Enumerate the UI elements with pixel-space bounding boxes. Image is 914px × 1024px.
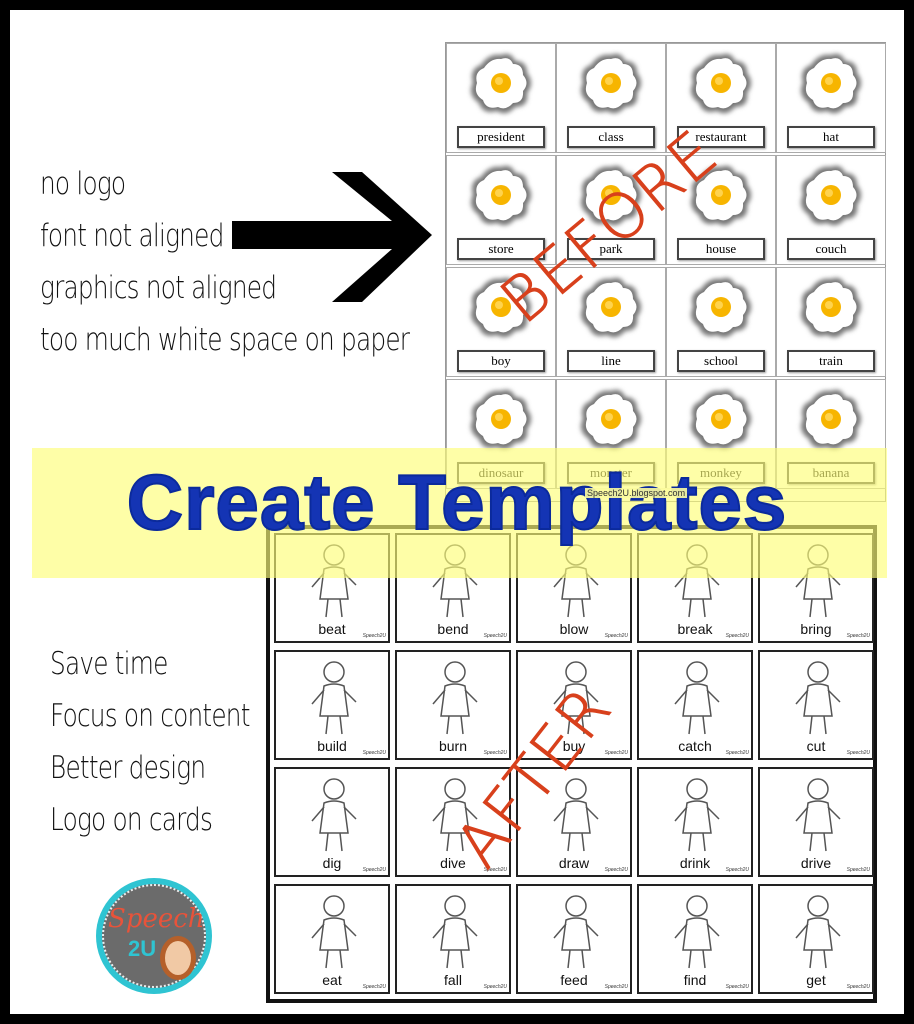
note: Logo on cards: [50, 802, 213, 838]
fried-egg-icon: [801, 53, 861, 114]
after-card: feed Speech2U: [516, 884, 632, 994]
card-word: couch: [787, 238, 875, 260]
fried-egg-icon: [691, 277, 751, 338]
logo-text: Speech: [108, 904, 205, 934]
infographic: no logo font not aligned graphics not al…: [10, 10, 904, 1014]
speech2u-logo: Speech 2U: [96, 878, 212, 994]
before-card: hat: [776, 43, 886, 153]
after-card: fall Speech2U: [395, 884, 511, 994]
after-card: drink Speech2U: [637, 767, 753, 877]
card-word: house: [677, 238, 765, 260]
card-logo: Speech2U: [362, 633, 386, 639]
arrow-right-icon: [232, 172, 432, 302]
card-logo: Speech2U: [846, 867, 870, 873]
before-card: couch: [776, 155, 886, 265]
fried-egg-icon: [801, 389, 861, 450]
before-footer: Speech2U.blogspot.com: [585, 488, 688, 498]
line-drawing-illustration: [553, 895, 599, 969]
line-drawing-illustration: [674, 895, 720, 969]
card-logo: Speech2U: [846, 984, 870, 990]
line-drawing-illustration: [795, 661, 841, 735]
card-logo: Speech2U: [725, 867, 749, 873]
card-logo: Speech2U: [483, 984, 507, 990]
card-logo: Speech2U: [725, 750, 749, 756]
fried-egg-icon: [801, 277, 861, 338]
before-card: school: [666, 267, 776, 377]
fried-egg-icon: [581, 53, 641, 114]
after-card: find Speech2U: [637, 884, 753, 994]
after-card: catch Speech2U: [637, 650, 753, 760]
card-logo: Speech2U: [483, 633, 507, 639]
card-word: line: [567, 350, 655, 372]
card-word: hat: [787, 126, 875, 148]
card-logo: Speech2U: [846, 633, 870, 639]
after-card: build Speech2U: [274, 650, 390, 760]
card-logo: Speech2U: [362, 750, 386, 756]
note: Save time: [50, 646, 168, 682]
before-card: class: [556, 43, 666, 153]
line-drawing-illustration: [674, 661, 720, 735]
line-drawing-illustration: [311, 895, 357, 969]
line-drawing-illustration: [432, 661, 478, 735]
line-drawing-illustration: [795, 895, 841, 969]
card-logo: Speech2U: [725, 633, 749, 639]
line-drawing-illustration: [432, 895, 478, 969]
line-drawing-illustration: [311, 661, 357, 735]
card-word: school: [677, 350, 765, 372]
after-card: get Speech2U: [758, 884, 874, 994]
fried-egg-icon: [581, 389, 641, 450]
fried-egg-icon: [471, 53, 531, 114]
note: Focus on content: [50, 698, 250, 734]
card-logo: Speech2U: [604, 867, 628, 873]
page-title: Create Templates: [126, 457, 788, 547]
before-card: train: [776, 267, 886, 377]
note: Better design: [50, 750, 206, 786]
fried-egg-icon: [471, 165, 531, 226]
note: too much white space on paper: [40, 322, 410, 358]
after-card: drive Speech2U: [758, 767, 874, 877]
fried-egg-icon: [471, 389, 531, 450]
fried-egg-icon: [691, 389, 751, 450]
card-word: train: [787, 350, 875, 372]
card-logo: Speech2U: [604, 984, 628, 990]
line-drawing-illustration: [674, 778, 720, 852]
after-card: dig Speech2U: [274, 767, 390, 877]
fried-egg-icon: [691, 53, 751, 114]
after-card: cut Speech2U: [758, 650, 874, 760]
before-card: president: [446, 43, 556, 153]
line-drawing-illustration: [795, 778, 841, 852]
card-logo: Speech2U: [362, 867, 386, 873]
after-card: eat Speech2U: [274, 884, 390, 994]
line-drawing-illustration: [311, 778, 357, 852]
card-word: class: [567, 126, 655, 148]
after-card: burn Speech2U: [395, 650, 511, 760]
after-notes: Save time Focus on content Better design…: [50, 638, 250, 846]
card-logo: Speech2U: [725, 984, 749, 990]
card-word: boy: [457, 350, 545, 372]
card-logo: Speech2U: [846, 750, 870, 756]
card-logo: Speech2U: [604, 750, 628, 756]
logo-face: [160, 936, 196, 980]
card-logo: Speech2U: [604, 633, 628, 639]
logo-sub: 2U: [128, 936, 157, 961]
fried-egg-icon: [801, 165, 861, 226]
card-logo: Speech2U: [362, 984, 386, 990]
card-word: president: [457, 126, 545, 148]
